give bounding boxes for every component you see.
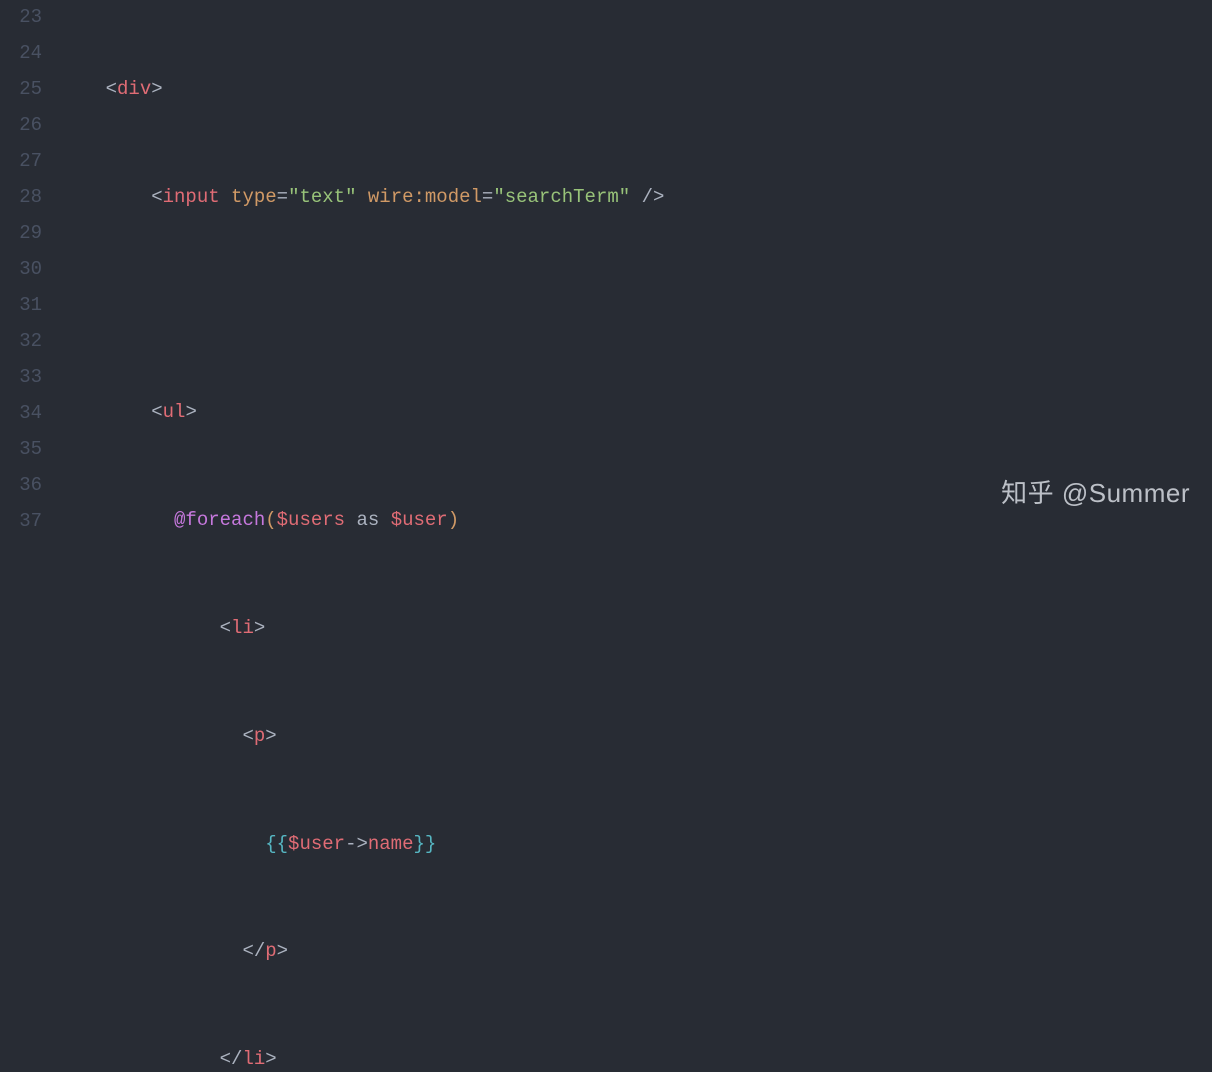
watermark-text: 知乎 @Summer — [1001, 469, 1190, 518]
code-line — [60, 287, 1212, 323]
line-number: 34 — [0, 396, 42, 432]
line-number: 36 — [0, 468, 42, 504]
line-number: 31 — [0, 288, 42, 324]
code-line: <input type="text" wire:model="searchTer… — [60, 180, 1212, 216]
line-number: 30 — [0, 252, 42, 288]
line-number: 24 — [0, 36, 42, 72]
code-line: <p> — [60, 719, 1212, 755]
line-number: 28 — [0, 180, 42, 216]
line-number: 23 — [0, 0, 42, 36]
line-number: 35 — [0, 432, 42, 468]
line-number: 32 — [0, 324, 42, 360]
line-number: 25 — [0, 72, 42, 108]
code-line: <div> — [60, 72, 1212, 108]
line-number-gutter: 23 24 25 26 27 28 29 30 31 32 33 34 35 3… — [0, 0, 60, 536]
line-number: 29 — [0, 216, 42, 252]
code-area[interactable]: <div> <input type="text" wire:model="sea… — [60, 0, 1212, 536]
code-editor: 23 24 25 26 27 28 29 30 31 32 33 34 35 3… — [0, 0, 1212, 536]
line-number: 33 — [0, 360, 42, 396]
code-line: {{$user->name}} — [60, 827, 1212, 863]
code-line: </p> — [60, 934, 1212, 970]
line-number: 26 — [0, 108, 42, 144]
code-line: <ul> — [60, 395, 1212, 431]
code-line: <li> — [60, 611, 1212, 647]
line-number: 37 — [0, 504, 42, 540]
line-number: 27 — [0, 144, 42, 180]
code-line: </li> — [60, 1042, 1212, 1072]
